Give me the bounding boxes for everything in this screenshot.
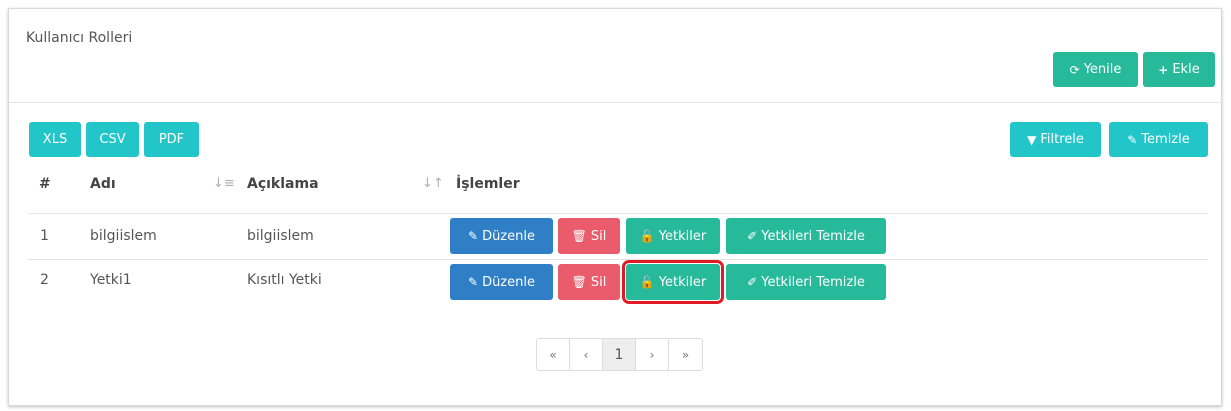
refresh-icon: ⟳ [1069, 62, 1080, 77]
row-description: bilgiislem [247, 228, 314, 244]
unlock-icon: 🔓 [639, 229, 655, 243]
edit-button[interactable]: ✎ Düzenle [450, 264, 553, 300]
brush-icon: ✎ [1127, 132, 1138, 147]
edit-icon: ✎ [468, 229, 479, 243]
row-name: bilgiislem [90, 228, 157, 244]
clear-filter-button[interactable]: ✎ Temizle [1109, 122, 1208, 157]
row-number: 2 [40, 272, 49, 288]
delete-button[interactable]: 🗑 Sil [558, 218, 620, 254]
export-csv-button[interactable]: CSV [86, 122, 139, 157]
edit-icon: ✎ [468, 275, 479, 289]
eraser-icon: ✐ [747, 229, 758, 243]
column-header-name[interactable]: Adı [90, 176, 116, 192]
edit-button[interactable]: ✎ Düzenle [450, 218, 553, 254]
row-number: 1 [40, 228, 49, 244]
trash-icon: 🗑 [571, 275, 587, 289]
column-header-description[interactable]: Açıklama [247, 176, 319, 192]
row-name: Yetki1 [90, 272, 132, 288]
clear-permissions-button[interactable]: ✐ Yetkileri Temizle [726, 264, 886, 300]
export-pdf-button[interactable]: PDF [144, 122, 199, 157]
table-divider [28, 259, 1208, 260]
filter-button[interactable]: ▼ Filtrele [1010, 122, 1101, 157]
column-header-actions: İşlemler [456, 176, 520, 192]
prev-page-button[interactable]: ‹ [570, 339, 603, 370]
next-page-button[interactable]: › [636, 339, 669, 370]
sort-icon[interactable]: ↓≡ [213, 176, 235, 191]
column-header-number: # [39, 176, 51, 192]
clear-permissions-button[interactable]: ✐ Yetkileri Temizle [726, 218, 886, 254]
plus-icon: + [1158, 62, 1169, 77]
add-button[interactable]: + Ekle [1143, 52, 1215, 87]
eraser-icon: ✐ [747, 275, 758, 289]
table-divider [28, 213, 1208, 214]
sort-icon[interactable]: ↓↑ [422, 176, 444, 191]
row-description: Kısıtlı Yetki [247, 272, 322, 288]
panel-header: Kullanıcı Rolleri ⟳ Yenile + Ekle [9, 9, 1221, 103]
page-1-button[interactable]: 1 [603, 339, 636, 370]
trash-icon: 🗑 [571, 229, 587, 243]
export-xls-button[interactable]: XLS [29, 122, 81, 157]
refresh-button[interactable]: ⟳ Yenile [1053, 52, 1138, 87]
last-page-button[interactable]: » [669, 339, 702, 370]
permissions-button[interactable]: 🔓 Yetkiler [626, 218, 720, 254]
pagination: « ‹ 1 › » [536, 338, 703, 371]
permissions-button[interactable]: 🔓 Yetkiler [622, 260, 724, 304]
filter-icon: ▼ [1027, 132, 1037, 147]
first-page-button[interactable]: « [537, 339, 570, 370]
delete-button[interactable]: 🗑 Sil [558, 264, 620, 300]
unlock-icon: 🔓 [639, 275, 655, 289]
page-title: Kullanıcı Rolleri [26, 30, 133, 46]
